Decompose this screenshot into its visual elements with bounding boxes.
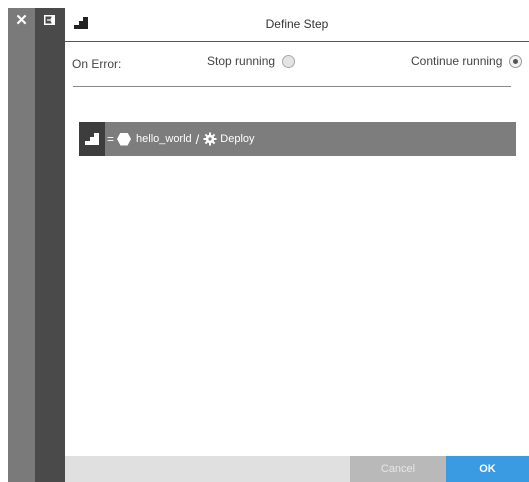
- stop-running-option[interactable]: Stop running: [207, 54, 296, 68]
- step-definition-bar[interactable]: = hello_world / Deploy: [79, 122, 516, 156]
- sidebar-rail: [8, 8, 35, 482]
- sidebar-rail-secondary: [35, 8, 65, 482]
- dialog-header: Define Step: [65, 8, 529, 42]
- divider: [73, 86, 511, 87]
- collapse-button[interactable]: [35, 8, 65, 32]
- dialog-title: Define Step: [265, 17, 329, 31]
- action-name: Deploy: [220, 133, 255, 145]
- collapse-arrow-icon: [44, 15, 55, 25]
- path-separator: /: [195, 131, 200, 147]
- continue-running-option[interactable]: Continue running: [411, 54, 523, 68]
- dialog-footer: Cancel OK: [65, 456, 529, 482]
- close-icon: ✕: [15, 12, 28, 29]
- hexagon-icon: [117, 132, 132, 146]
- stop-running-radio[interactable]: [282, 54, 296, 68]
- cancel-button[interactable]: Cancel: [350, 456, 446, 482]
- step-icon: [85, 133, 99, 145]
- step-content: = hello_world / Deploy: [107, 132, 255, 147]
- on-error-label: On Error:: [72, 57, 122, 71]
- stop-running-label: Stop running: [207, 54, 276, 68]
- define-step-dialog: ✕ Define Step On Error: Stop running Con…: [8, 8, 529, 482]
- on-error-row: On Error: Stop running Continue running: [65, 42, 529, 87]
- app-name: hello_world: [136, 133, 192, 145]
- continue-running-label: Continue running: [411, 54, 503, 68]
- close-button[interactable]: ✕: [8, 8, 35, 32]
- ok-button[interactable]: OK: [446, 456, 529, 482]
- step-handle: [79, 122, 105, 156]
- continue-running-radio[interactable]: [509, 54, 523, 68]
- gear-icon: [203, 132, 217, 146]
- equals-sign: =: [107, 132, 115, 146]
